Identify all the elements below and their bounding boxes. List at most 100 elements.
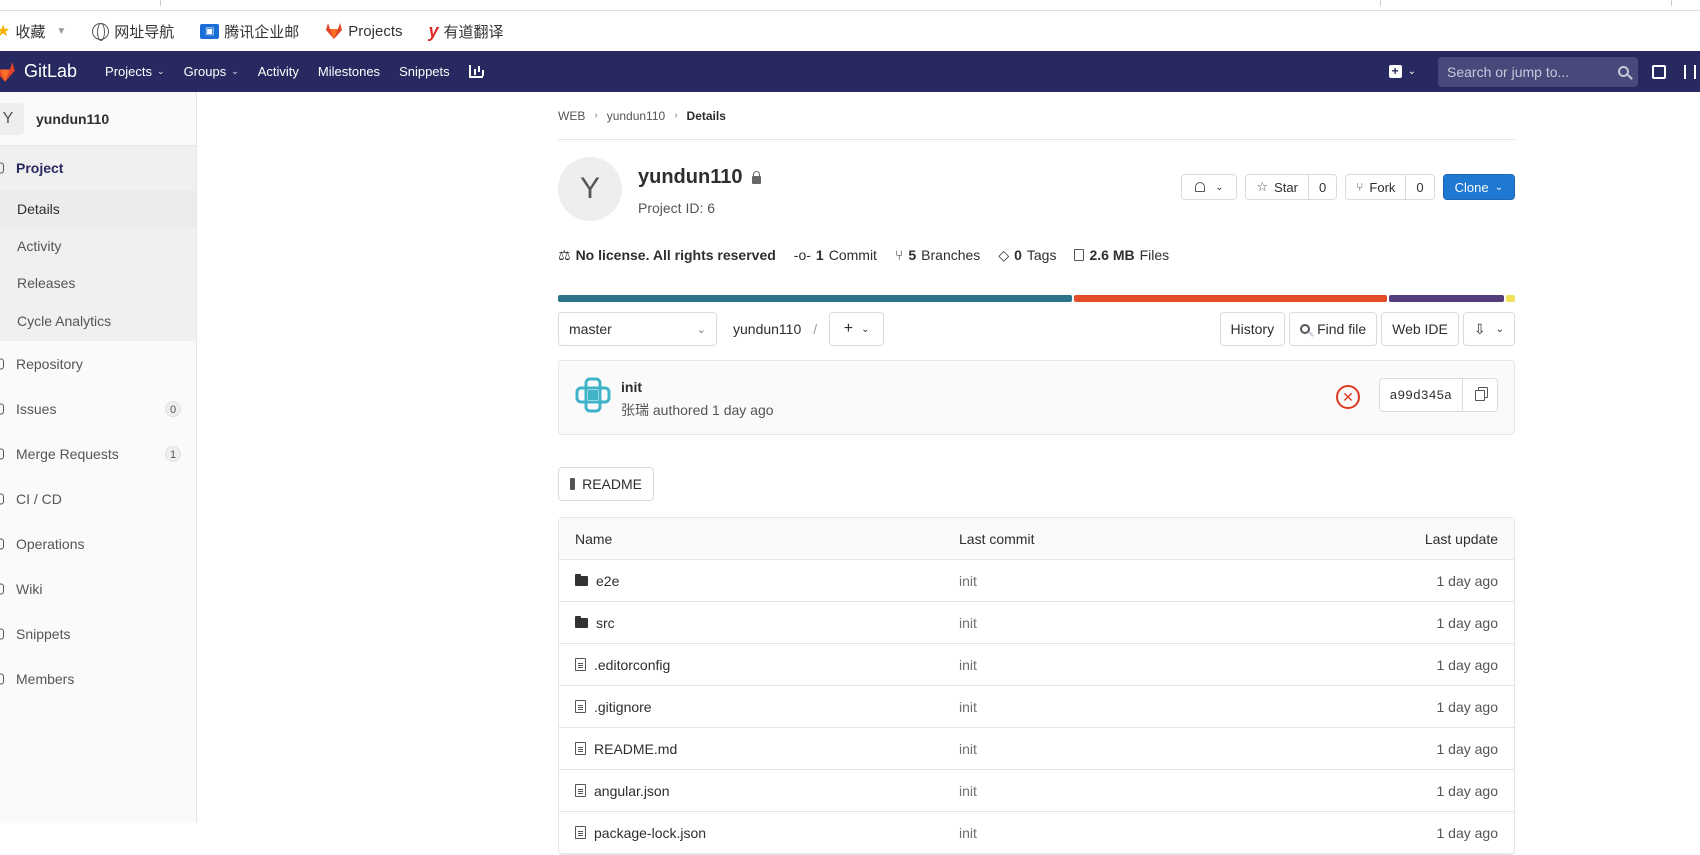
file-name-link[interactable]: e2e: [596, 573, 619, 589]
last-commit-link[interactable]: init: [959, 699, 977, 715]
last-commit-link[interactable]: init: [959, 615, 977, 631]
table-row[interactable]: e2e init 1 day ago: [559, 560, 1514, 602]
file-icon: [575, 826, 586, 839]
file-name-link[interactable]: angular.json: [594, 783, 670, 799]
breadcrumb-item[interactable]: yundun110: [607, 109, 666, 123]
breadcrumb-item[interactable]: WEB: [558, 109, 585, 123]
branch-selector[interactable]: master ⌄: [558, 312, 717, 346]
file-icon: [575, 742, 586, 755]
tags-stat[interactable]: ◇ 0 Tags: [998, 247, 1056, 264]
license-stat[interactable]: ⚖ No license. All rights reserved: [558, 247, 776, 264]
readme-button[interactable]: README: [558, 467, 654, 501]
issues-icon[interactable]: [1652, 64, 1666, 79]
table-row[interactable]: .gitignore init 1 day ago: [559, 686, 1514, 728]
add-to-tree-dropdown[interactable]: + ⌄: [829, 312, 885, 346]
sidebar-item-members[interactable]: Members: [0, 656, 196, 701]
brand-name: GitLab: [24, 61, 78, 81]
nav-activity[interactable]: Activity: [258, 64, 299, 79]
new-dropdown[interactable]: + ⌄: [1388, 65, 1416, 78]
file-name-link[interactable]: src: [596, 615, 615, 631]
file-name-link[interactable]: README.md: [594, 741, 677, 757]
notification-dropdown[interactable]: ⌄: [1181, 174, 1238, 200]
download-icon: ⇩: [1473, 320, 1486, 337]
table-row[interactable]: src init 1 day ago: [559, 602, 1514, 644]
branch-name: master: [569, 321, 612, 337]
files-stat[interactable]: 2.6 MB Files: [1074, 247, 1169, 263]
commits-stat[interactable]: -o- 1 Commit: [794, 247, 877, 263]
file-icon: [575, 658, 586, 671]
sidebar-item-issues[interactable]: Issues 0: [0, 386, 196, 431]
last-commit-link[interactable]: init: [959, 741, 977, 757]
sidebar-project-group: Project Details Activity Releases Cycle …: [0, 146, 196, 341]
sidebar-item-operations[interactable]: Operations: [0, 521, 196, 566]
branches-stat[interactable]: ⑂ 5 Branches: [895, 247, 980, 263]
file-name-link[interactable]: package-lock.json: [594, 825, 706, 841]
last-commit-link[interactable]: init: [959, 825, 977, 841]
sidebar-item-ci-cd[interactable]: CI / CD: [0, 476, 196, 521]
breadcrumb-item-current[interactable]: Details: [687, 109, 726, 123]
history-button[interactable]: History: [1219, 312, 1286, 346]
star-count[interactable]: 0: [1307, 175, 1336, 199]
last-commit-link[interactable]: init: [959, 657, 977, 673]
fork-count[interactable]: 0: [1405, 175, 1433, 199]
table-row[interactable]: package-lock.json init 1 day ago: [559, 812, 1514, 854]
sidebar-project-header[interactable]: Y yundun110: [0, 92, 196, 146]
nav-projects[interactable]: Projects ⌄: [105, 64, 165, 79]
sidebar-subitem-releases[interactable]: Releases: [0, 264, 196, 301]
nav-label: Projects: [105, 64, 153, 79]
copy-sha-button[interactable]: [1463, 379, 1497, 411]
bookmark-projects[interactable]: Projects: [325, 23, 402, 40]
language-segment[interactable]: [1073, 295, 1388, 302]
last-commit-link[interactable]: init: [959, 783, 977, 799]
file-name-link[interactable]: .editorconfig: [594, 657, 670, 673]
cloud-gear-icon: [0, 538, 4, 549]
repository-toolbar: master ⌄ yundun110 / + ⌄ History Find fil…: [558, 312, 1515, 346]
star-button[interactable]: ☆ Star 0: [1245, 174, 1338, 200]
nav-milestones[interactable]: Milestones: [318, 64, 380, 79]
file-name-link[interactable]: .gitignore: [594, 699, 652, 715]
repo-path-root[interactable]: yundun110: [733, 321, 801, 337]
bookmark-label: 有道翻译: [443, 23, 504, 41]
language-segment[interactable]: [558, 295, 1072, 302]
nav-analytics[interactable]: [468, 65, 483, 78]
last-update-time: 1 day ago: [1436, 656, 1499, 673]
table-row[interactable]: README.md init 1 day ago: [559, 728, 1514, 770]
language-segment[interactable]: [1505, 295, 1516, 302]
table-row[interactable]: .editorconfig init 1 day ago: [559, 644, 1514, 686]
sidebar-item-project[interactable]: Project: [0, 146, 196, 190]
sidebar-subitem-activity[interactable]: Activity: [0, 227, 196, 264]
merge-request-icon[interactable]: [1684, 64, 1696, 79]
project-sidebar: Y yundun110 Project Details Activity Rel…: [0, 92, 197, 823]
web-ide-button[interactable]: Web IDE: [1381, 312, 1459, 346]
sidebar-item-snippets[interactable]: Snippets: [0, 611, 196, 656]
bookmark-mail[interactable]: ▣ 腾讯企业邮: [200, 21, 299, 42]
last-update-time: 1 day ago: [1436, 614, 1499, 631]
bookmark-youdao[interactable]: y 有道翻译: [428, 21, 503, 42]
sidebar-subitem-details[interactable]: Details: [0, 190, 196, 227]
star-label: Star: [1274, 179, 1298, 195]
nav-groups[interactable]: Groups ⌄: [184, 64, 239, 79]
commit-author-avatar[interactable]: [575, 377, 611, 413]
commit-sha[interactable]: a99d345a: [1380, 379, 1463, 411]
table-row[interactable]: angular.json init 1 day ago: [559, 770, 1514, 812]
caret-down-icon: ▼: [56, 25, 67, 37]
find-file-button[interactable]: Find file: [1289, 312, 1378, 346]
bookmark-favorites[interactable]: ★ 收藏 ▼: [0, 21, 66, 42]
sidebar-item-label: Repository: [16, 355, 83, 372]
sidebar-item-repository[interactable]: Repository: [0, 341, 196, 386]
search-input[interactable]: Search or jump to...: [1438, 56, 1638, 87]
sidebar-item-label: Project: [16, 160, 64, 176]
sidebar-item-wiki[interactable]: Wiki: [0, 566, 196, 611]
language-segment[interactable]: [1389, 295, 1504, 302]
pipeline-failed-icon[interactable]: ✕: [1336, 385, 1360, 409]
clone-button[interactable]: Clone ⌄: [1442, 174, 1515, 200]
fork-button[interactable]: ⑂ Fork 0: [1345, 174, 1435, 200]
last-commit-link[interactable]: init: [959, 573, 977, 589]
gitlab-logo[interactable]: GitLab: [0, 61, 77, 82]
sidebar-subitem-cycle-analytics[interactable]: Cycle Analytics: [0, 301, 196, 341]
commit-title[interactable]: init: [621, 379, 642, 395]
nav-snippets[interactable]: Snippets: [399, 64, 450, 79]
download-dropdown[interactable]: ⇩ ⌄: [1462, 312, 1515, 346]
bookmark-nav[interactable]: 网址导航: [92, 21, 174, 42]
sidebar-item-merge-requests[interactable]: Merge Requests 1: [0, 431, 196, 476]
